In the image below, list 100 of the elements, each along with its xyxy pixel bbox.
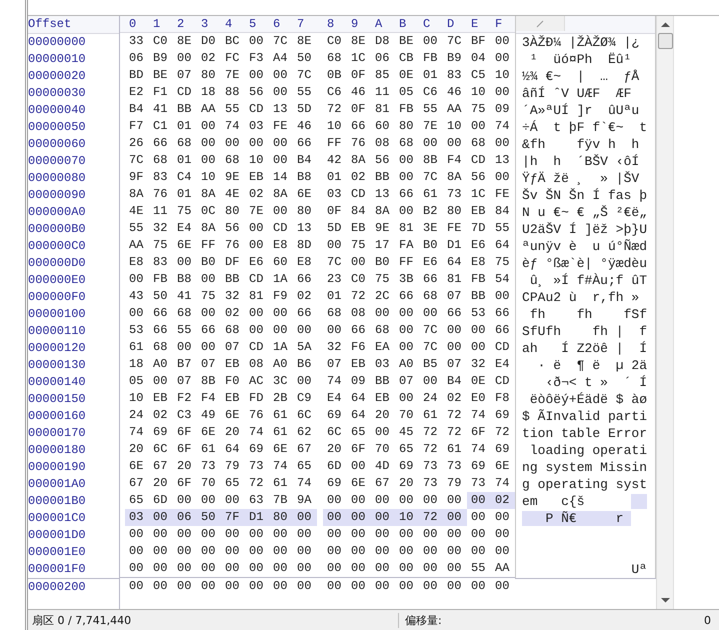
hex-byte: 00 xyxy=(446,135,462,152)
hex-byte: A0 xyxy=(272,356,288,373)
ascii-text: · ë ¶ ë µ 2ä xyxy=(536,357,647,374)
hex-byte: 66 xyxy=(350,322,366,339)
hex-byte: 69 xyxy=(494,407,510,424)
hex-byte: 69 xyxy=(494,441,510,458)
hex-byte: 66 xyxy=(398,288,414,305)
hex-byte: 72 xyxy=(422,424,438,441)
hex-byte: B6 xyxy=(296,356,312,373)
offset-address: 00000000 xyxy=(28,34,86,51)
hex-byte: 73 xyxy=(248,458,264,475)
hex-byte: 00 xyxy=(128,271,144,288)
hex-byte: 80 xyxy=(296,203,312,220)
scroll-up-icon[interactable] xyxy=(660,22,670,28)
hex-byte: 66 xyxy=(296,135,312,152)
hex-byte: CD xyxy=(494,339,510,356)
hex-byte: 00 xyxy=(494,578,510,593)
hex-byte: D1 xyxy=(446,237,462,254)
hex-byte: 74 xyxy=(248,424,264,441)
offset-address: 00000090 xyxy=(28,187,86,204)
hex-byte: C1 xyxy=(152,118,168,135)
hex-byte: 8E xyxy=(350,33,366,50)
hex-byte: 73 xyxy=(422,458,438,475)
hex-byte: 66 xyxy=(494,305,510,322)
hex-byte: 1C xyxy=(470,186,486,203)
hex-byte: 7C xyxy=(446,33,462,50)
hex-byte: EB xyxy=(470,203,486,220)
sector-count: 扇区 0 / 7,741,440 xyxy=(31,612,132,628)
hex-byte: FD xyxy=(248,390,264,407)
hex-byte: 00 xyxy=(374,305,390,322)
hex-byte: 20 xyxy=(374,407,390,424)
hex-byte: 00 xyxy=(248,560,264,577)
hex-byte: 69 xyxy=(326,407,342,424)
hex-byte: 00 xyxy=(200,271,216,288)
column-header: C xyxy=(422,16,432,32)
hex-byte: 6E xyxy=(494,458,510,475)
hex-byte: 00 xyxy=(272,322,288,339)
hex-byte: 02 xyxy=(296,288,312,305)
hex-byte: 66 xyxy=(494,322,510,339)
hex-byte: 14 xyxy=(272,169,288,186)
hex-byte: 60 xyxy=(374,118,390,135)
slash-icon xyxy=(536,20,544,28)
hex-byte: FE xyxy=(494,186,510,203)
hex-byte: 07 xyxy=(326,356,342,373)
hex-byte: 02 xyxy=(200,50,216,67)
hex-byte: E2 xyxy=(128,84,144,101)
hex-byte: 09 xyxy=(494,101,510,118)
hex-byte: 00 xyxy=(350,254,366,271)
hex-byte: 41 xyxy=(152,101,168,118)
hex-byte: 00 xyxy=(326,526,342,543)
column-header: 3 xyxy=(200,16,210,32)
hex-byte: 68 xyxy=(152,152,168,169)
hex-byte: 6F xyxy=(176,441,192,458)
hex-byte: 46 xyxy=(296,118,312,135)
column-header: 6 xyxy=(272,16,282,32)
scroll-down-icon[interactable] xyxy=(660,597,670,603)
offset-address: 000000F0 xyxy=(28,289,86,306)
hex-byte: 04 xyxy=(470,50,486,67)
hex-byte: 10 xyxy=(200,169,216,186)
vertical-scrollbar[interactable] xyxy=(656,16,673,609)
hex-byte: 67 xyxy=(152,458,168,475)
hex-byte: E0 xyxy=(470,390,486,407)
hex-byte: F4 xyxy=(200,390,216,407)
hex-byte: 00 xyxy=(374,424,390,441)
hex-byte: 3E xyxy=(422,220,438,237)
hex-byte: 72 xyxy=(446,407,462,424)
hex-byte: 66 xyxy=(350,118,366,135)
hex-byte: 74 xyxy=(470,441,486,458)
hex-byte: 68 xyxy=(176,305,192,322)
hex-byte: 72 xyxy=(248,475,264,492)
hex-byte: 00 xyxy=(200,118,216,135)
hex-byte: 00 xyxy=(494,288,510,305)
hex-byte: 00 xyxy=(200,526,216,543)
hex-byte: 00 xyxy=(272,560,288,577)
hex-byte: 65 xyxy=(398,441,414,458)
hex-byte: 66 xyxy=(152,305,168,322)
hex-byte: 8B xyxy=(200,373,216,390)
hex-byte: 84 xyxy=(350,203,366,220)
hex-byte: E6 xyxy=(470,237,486,254)
hex-byte: F7 xyxy=(128,118,144,135)
hex-byte: 76 xyxy=(248,407,264,424)
hex-byte: 4E xyxy=(128,203,144,220)
ascii-text: ah Í Z2öê | Í xyxy=(522,340,647,357)
hex-byte: 00 xyxy=(422,492,438,509)
hex-byte: 79 xyxy=(446,475,462,492)
ascii-text: fh fh fSf xyxy=(528,306,647,323)
hex-byte: 00 xyxy=(494,169,510,186)
offset-address: 00000050 xyxy=(28,119,86,136)
hex-byte: 69 xyxy=(398,458,414,475)
hex-byte: 00 xyxy=(398,578,414,593)
hex-byte: 07 xyxy=(446,356,462,373)
scroll-thumb[interactable] xyxy=(658,33,672,49)
hex-byte: 00 xyxy=(470,509,486,526)
hex-byte: C5 xyxy=(470,67,486,84)
offset-address: 000000E0 xyxy=(28,272,86,289)
hex-byte: 83 xyxy=(446,67,462,84)
hex-byte: 02 xyxy=(152,407,168,424)
hex-byte: C6 xyxy=(422,84,438,101)
hex-byte: 54 xyxy=(494,271,510,288)
column-header: F xyxy=(494,16,504,32)
